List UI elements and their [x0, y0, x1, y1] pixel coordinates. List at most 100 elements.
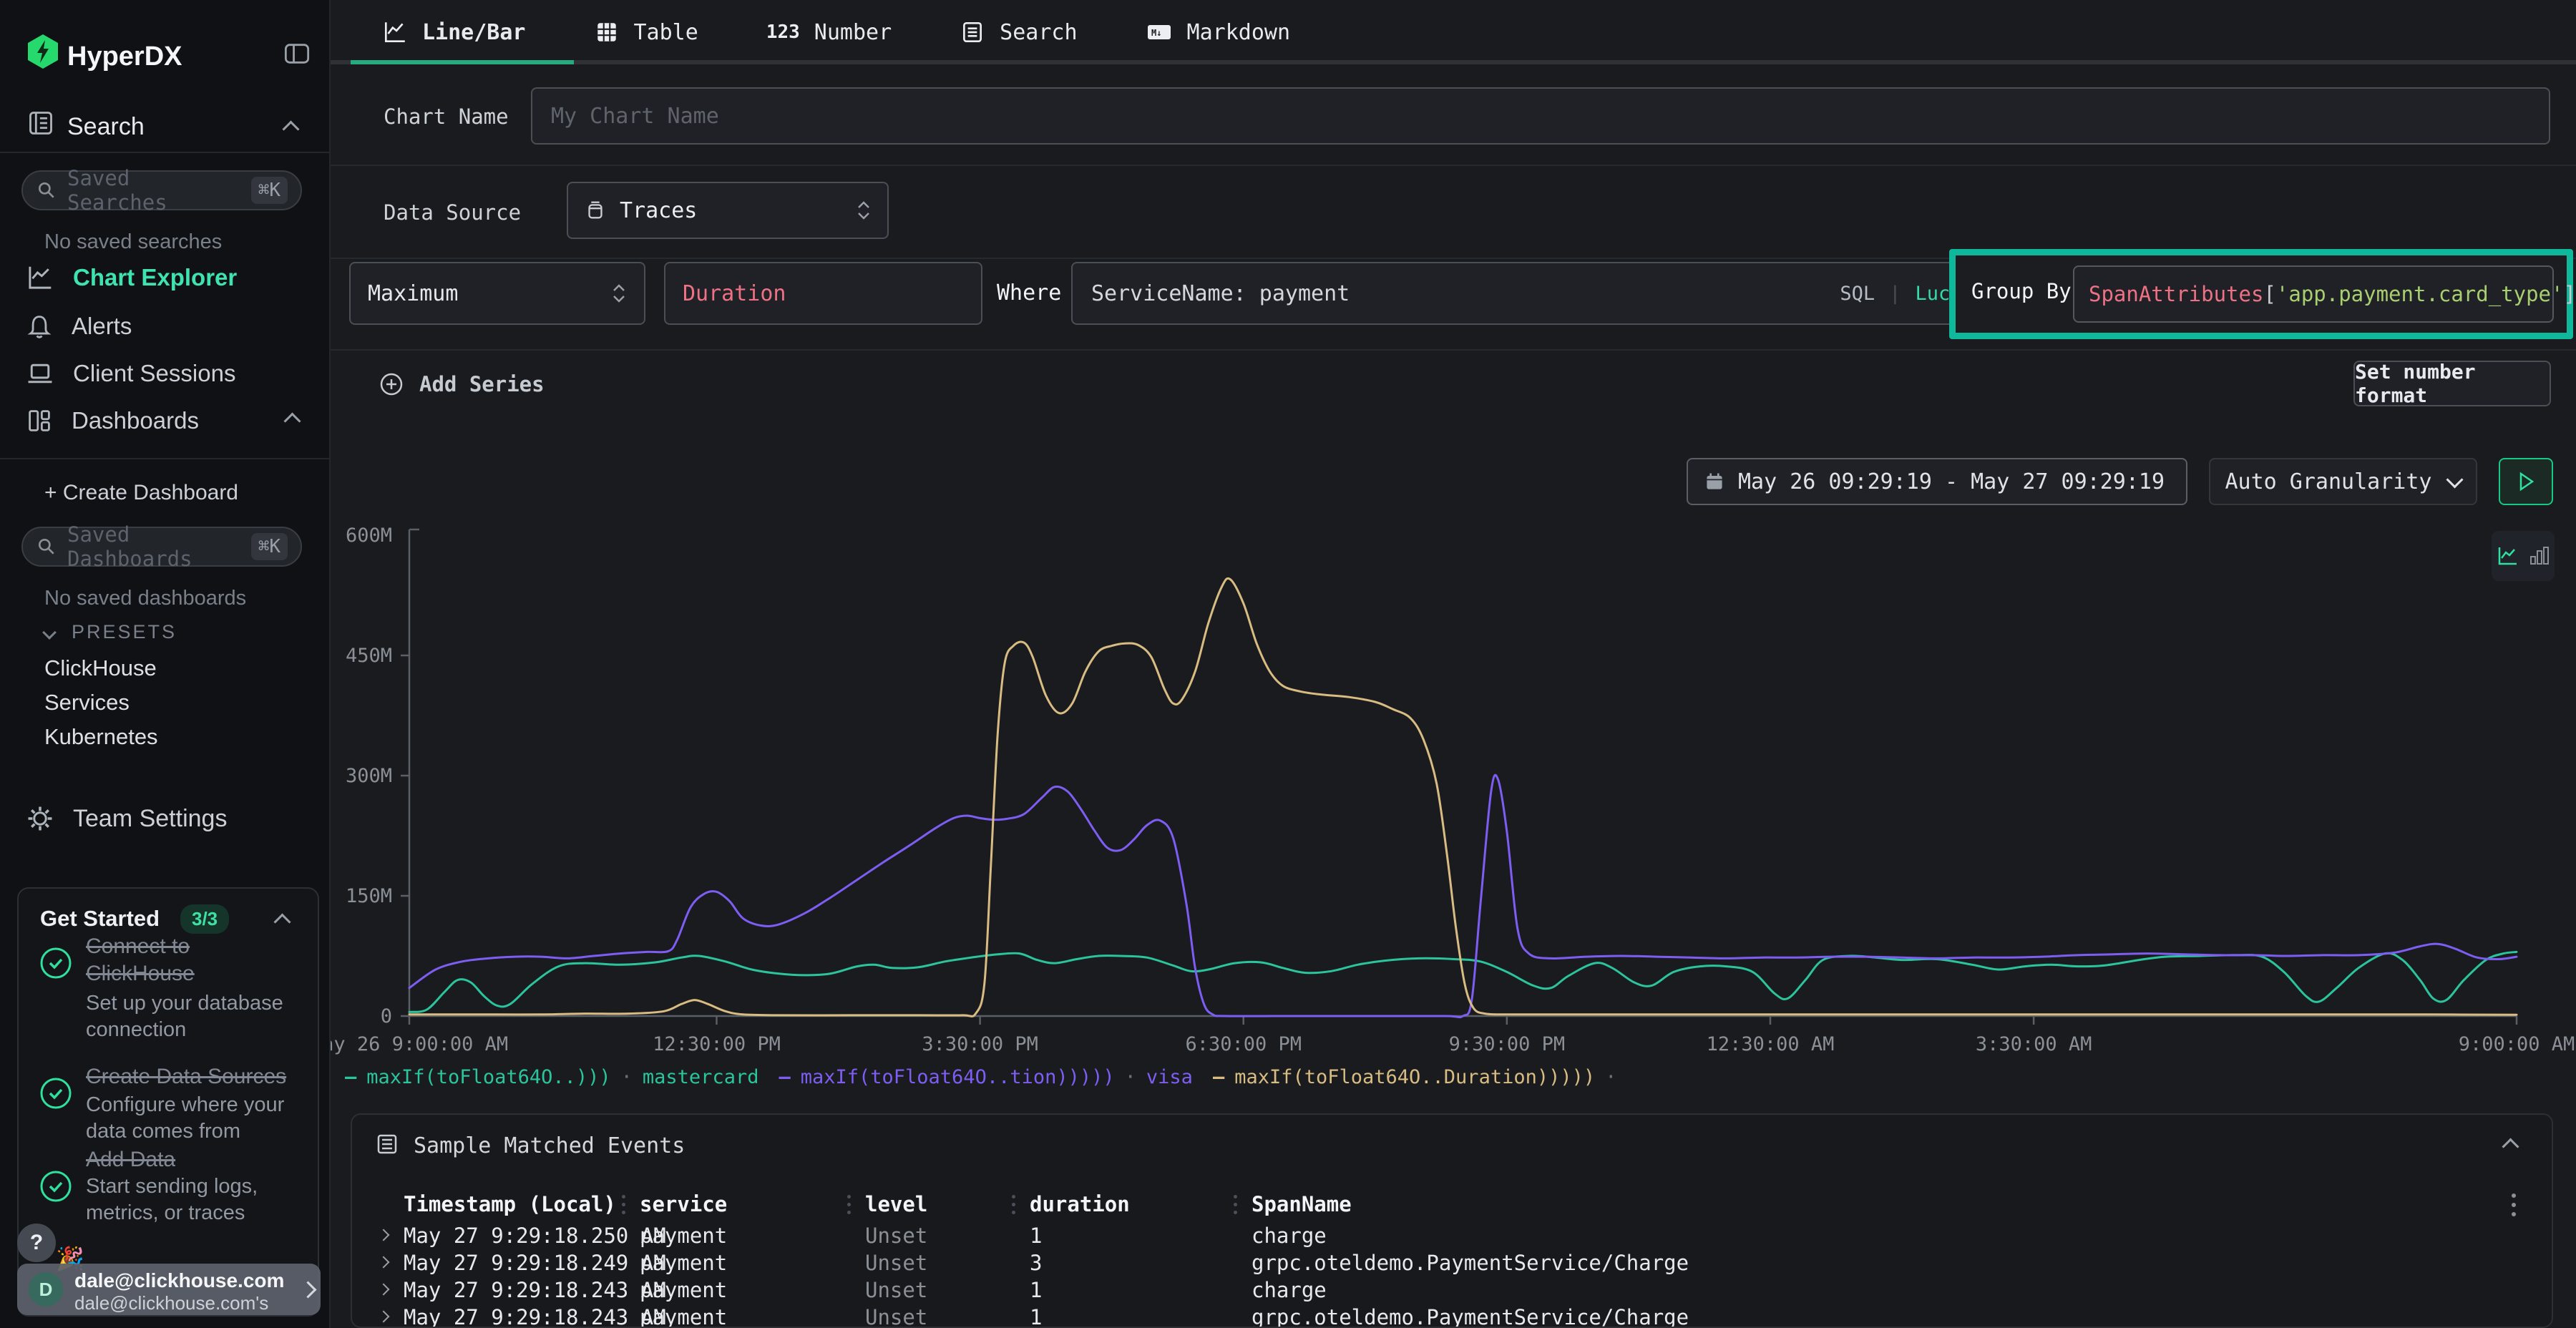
- aggregation-select[interactable]: Maximum: [349, 262, 645, 325]
- sidebar-section-search[interactable]: Search: [67, 113, 145, 141]
- column-resize-handle[interactable]: [847, 1195, 851, 1214]
- x-tick-label: 12:30:00 PM: [653, 1033, 781, 1055]
- select-updown-icon: [856, 200, 872, 221]
- add-series-button[interactable]: Add Series: [378, 371, 545, 398]
- kbd-shortcut: ⌘K: [251, 533, 288, 560]
- group-by-input[interactable]: SpanAttributes['app.payment.card_type']: [2073, 265, 2554, 323]
- calendar-icon: [1704, 470, 1725, 493]
- create-dashboard-button[interactable]: + Create Dashboard: [44, 481, 238, 505]
- preset-services[interactable]: Services: [44, 690, 130, 716]
- lang-divider: |: [1889, 283, 1901, 305]
- tab-markdown[interactable]: M↓ Markdown: [1146, 0, 1291, 64]
- data-source-select[interactable]: Traces: [567, 182, 889, 239]
- legend-group-1[interactable]: mastercard: [643, 1066, 759, 1088]
- expand-row-icon[interactable]: [378, 1284, 390, 1296]
- column-resize-handle[interactable]: [622, 1195, 625, 1214]
- laptop-icon: [26, 359, 54, 388]
- timeseries-chart[interactable]: 600M450M300M150M0May 26 9:00:00 AM12:30:…: [331, 501, 2576, 1065]
- collapse-events-icon[interactable]: [2502, 1138, 2519, 1155]
- legend-group-2[interactable]: visa: [1146, 1066, 1193, 1088]
- tabs-underline-active: [351, 60, 574, 64]
- help-button[interactable]: ?: [17, 1224, 56, 1262]
- presets-toggle[interactable]: PRESETS: [44, 621, 177, 643]
- sidebar: HyperDX Search Saved Searches ⌘K No save…: [0, 0, 331, 1328]
- sample-matched-events-panel: Sample Matched Events Timestamp (Local) …: [351, 1113, 2553, 1328]
- search-icon: [36, 536, 57, 557]
- column-resize-handle[interactable]: [1234, 1195, 1237, 1214]
- get-started-title: Get Started: [40, 906, 160, 932]
- events-title: Sample Matched Events: [414, 1133, 685, 1158]
- chart-name-input[interactable]: My Chart Name: [531, 87, 2550, 145]
- select-updown-icon: [611, 283, 627, 304]
- tab-search[interactable]: Search: [960, 0, 1077, 64]
- data-source-label: Data Source: [384, 200, 521, 225]
- col-duration[interactable]: duration: [1030, 1192, 1130, 1216]
- sidebar-item-team-settings[interactable]: Team Settings: [0, 800, 329, 837]
- no-saved-searches-text: No saved searches: [44, 230, 222, 254]
- get-started-item-title: Add Data: [86, 1146, 315, 1173]
- col-timestamp[interactable]: Timestamp (Local): [404, 1192, 616, 1216]
- y-tick-label: 450M: [346, 645, 392, 667]
- sidebar-item-label: Chart Explorer: [73, 264, 237, 291]
- tab-table[interactable]: Table: [594, 0, 698, 64]
- chevron-up-icon: [283, 412, 301, 429]
- sidebar-item-chart-explorer[interactable]: Chart Explorer: [0, 259, 329, 296]
- tabs-underline-track: [331, 60, 2576, 64]
- chevron-up-icon[interactable]: [273, 913, 291, 930]
- collapse-sidebar-icon[interactable]: [283, 40, 311, 67]
- legend-series-2[interactable]: maxIf(toFloat64O..tion))))): [801, 1066, 1115, 1088]
- col-spanname[interactable]: SpanName: [1252, 1192, 1352, 1216]
- column-resize-handle[interactable]: [1012, 1195, 1015, 1214]
- saved-searches-placeholder: Saved Searches: [67, 166, 241, 215]
- hyperdx-app: HyperDX Search Saved Searches ⌘K No save…: [0, 0, 2576, 1328]
- get-started-item-title: Create Data Sources: [86, 1063, 315, 1090]
- series-visa: [409, 775, 2517, 1017]
- app-title: HyperDX: [67, 42, 182, 72]
- sidebar-item-dashboards[interactable]: Dashboards: [0, 402, 329, 439]
- table-menu-icon[interactable]: [2512, 1193, 2516, 1216]
- tab-line-bar[interactable]: Line/Bar: [382, 0, 526, 64]
- divider: [0, 152, 329, 153]
- expand-row-icon[interactable]: [378, 1256, 390, 1269]
- expand-row-icon[interactable]: [378, 1229, 390, 1241]
- legend-series-3[interactable]: maxIf(toFloat64O..Duration))))): [1234, 1066, 1595, 1088]
- svg-text:M↓: M↓: [1151, 28, 1161, 38]
- granularity-value: Auto Granularity: [2225, 469, 2432, 494]
- chevron-up-icon[interactable]: [282, 120, 299, 137]
- number-123-icon: 123: [766, 21, 800, 43]
- tab-number[interactable]: 123 Number: [766, 0, 892, 64]
- saved-searches-input[interactable]: Saved Searches ⌘K: [21, 170, 302, 210]
- legend-series-1[interactable]: maxIf(toFloat64O..))): [366, 1066, 610, 1088]
- expand-row-icon[interactable]: [378, 1311, 390, 1323]
- main-content: Line/Bar Table 123 Number Search M↓ Mark…: [331, 0, 2576, 1328]
- markdown-icon: M↓: [1146, 19, 1173, 45]
- where-input[interactable]: ServiceName: payment SQL | Lucene: [1071, 262, 2005, 325]
- preset-clickhouse[interactable]: ClickHouse: [44, 655, 157, 681]
- get-started-badge: 3/3: [180, 904, 229, 934]
- chevron-down-icon: [2446, 471, 2464, 488]
- x-tick-label: 3:30:00 AM: [1976, 1033, 2092, 1055]
- x-tick-label: 12:30:00 AM: [1707, 1033, 1835, 1055]
- field-input[interactable]: Duration: [664, 262, 982, 325]
- sidebar-item-alerts[interactable]: Alerts: [0, 308, 329, 345]
- preset-kubernetes[interactable]: Kubernetes: [44, 724, 158, 750]
- date-range-picker[interactable]: May 26 09:29:19 - May 27 09:29:19: [1687, 458, 2187, 505]
- saved-dashboards-placeholder: Saved Dashboards: [67, 522, 241, 571]
- chart-legend: — maxIf(toFloat64O..))) · mastercard — m…: [345, 1066, 1616, 1088]
- user-menu[interactable]: D dale@clickhouse.com dale@clickhouse.co…: [17, 1264, 321, 1315]
- sidebar-item-client-sessions[interactable]: Client Sessions: [0, 355, 329, 392]
- saved-dashboards-input[interactable]: Saved Dashboards ⌘K: [21, 527, 302, 567]
- run-query-button[interactable]: [2499, 458, 2553, 505]
- events-list-icon: [375, 1132, 399, 1156]
- check-circle-icon: [39, 1076, 73, 1110]
- col-level[interactable]: level: [865, 1192, 927, 1216]
- avatar: D: [29, 1272, 63, 1307]
- set-number-format-button[interactable]: Set number format: [2353, 361, 2551, 406]
- sql-toggle[interactable]: SQL: [1840, 283, 1875, 305]
- granularity-select[interactable]: Auto Granularity: [2209, 458, 2477, 505]
- play-icon: [2517, 471, 2535, 492]
- data-source-value: Traces: [620, 198, 843, 223]
- y-tick-label: 0: [381, 1005, 392, 1027]
- col-service[interactable]: service: [640, 1192, 727, 1216]
- sidebar-item-label: Alerts: [72, 313, 132, 340]
